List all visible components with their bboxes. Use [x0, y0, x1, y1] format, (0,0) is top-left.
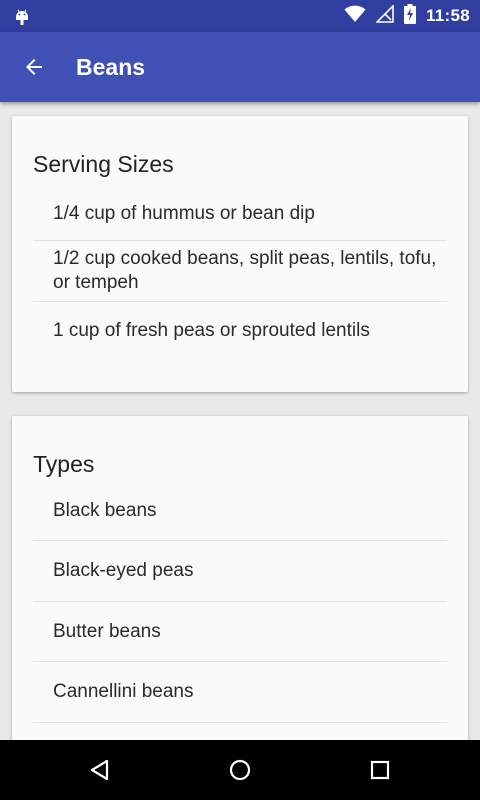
recents-square-icon[interactable] [368, 758, 392, 787]
page-title: Beans [76, 54, 146, 80]
status-time: 11:58 [425, 6, 470, 25]
card-title: Serving Sizes [33, 151, 174, 177]
navigation-bar [0, 740, 480, 800]
app-bar: Beans [0, 32, 480, 102]
list-item: 1/2 cup cooked beans, split peas, lentil… [33, 241, 447, 302]
serving-sizes-card: Serving Sizes 1/4 cup of hummus or bean … [12, 116, 468, 392]
list-item: Black beans [33, 481, 447, 541]
battery-charging-icon [403, 3, 416, 29]
status-bar: 11:58 [0, 0, 480, 32]
arrow-back-icon[interactable] [22, 55, 46, 84]
list-item: 1/4 cup of hummus or bean dip [33, 187, 447, 241]
wifi-icon [344, 5, 366, 28]
list-item: Black-eyed peas [33, 541, 447, 602]
serving-sizes-list: 1/4 cup of hummus or bean dip 1/2 cup co… [33, 187, 447, 360]
list-item: 1 cup of fresh peas or sprouted lentils [53, 320, 370, 341]
content-scroll-area[interactable]: Serving Sizes 1/4 cup of hummus or bean … [0, 102, 480, 740]
home-circle-icon[interactable] [228, 758, 252, 787]
card-title: Types [33, 451, 95, 477]
list-item: Butter beans [33, 602, 447, 662]
types-card: Types Black beans Black-eyed peas Butter… [12, 416, 468, 740]
back-triangle-icon[interactable] [88, 758, 112, 787]
types-list: Black beans Black-eyed peas Butter beans… [33, 481, 447, 723]
list-item: Cannellini beans [33, 662, 447, 723]
no-signal-icon [375, 3, 394, 28]
android-debug-icon [12, 6, 32, 31]
